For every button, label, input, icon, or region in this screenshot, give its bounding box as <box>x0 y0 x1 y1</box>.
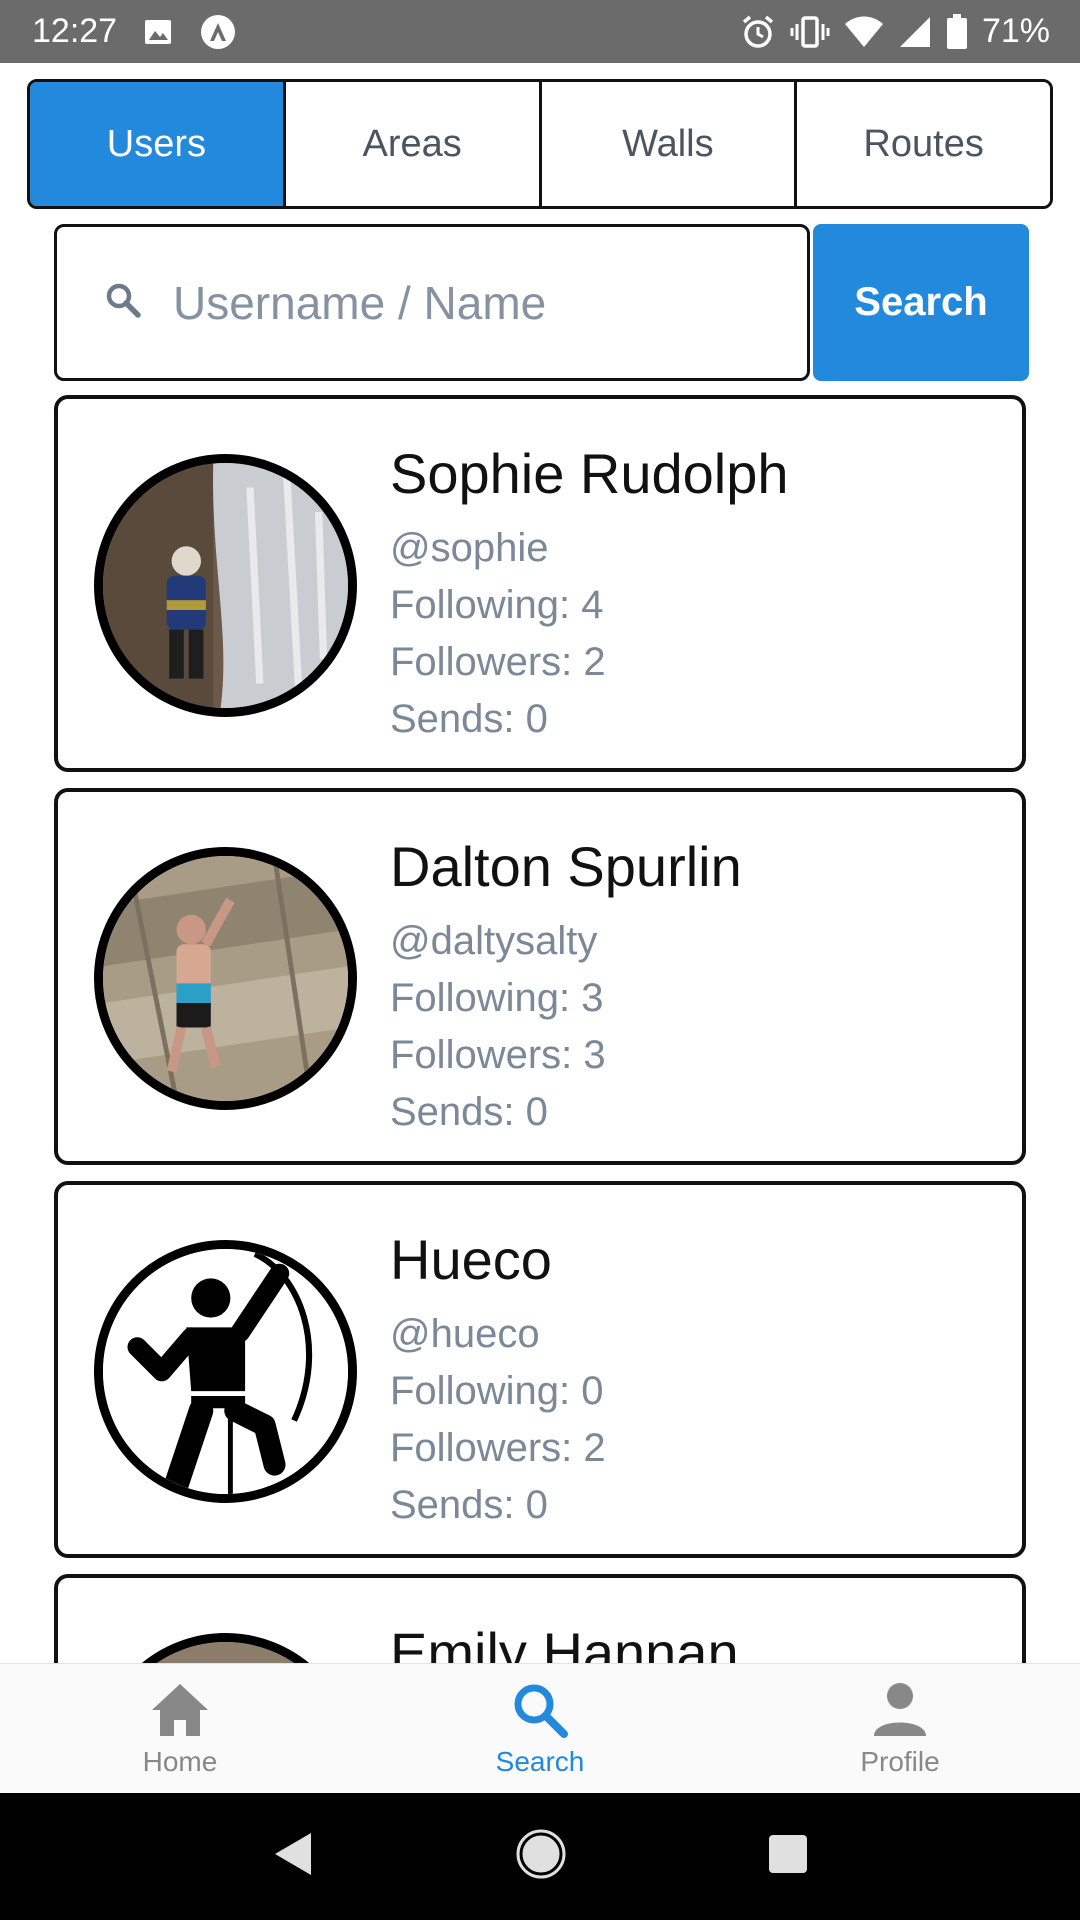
nav-profile[interactable]: Profile <box>720 1664 1080 1793</box>
user-card[interactable]: Hueco @hueco Following: 0 Followers: 2 S… <box>54 1181 1026 1558</box>
sends-count: Sends: 0 <box>390 697 548 741</box>
avatar <box>94 847 357 1110</box>
search-button[interactable]: Search <box>813 224 1029 381</box>
category-tabs: Users Areas Walls Routes <box>27 79 1053 209</box>
search-input[interactable] <box>173 275 733 330</box>
user-list: Sophie Rudolph @sophie Following: 4 Foll… <box>54 395 1026 1663</box>
tab-areas[interactable]: Areas <box>282 82 539 206</box>
status-time: 12:27 <box>32 12 118 50</box>
avatar <box>94 1633 357 1663</box>
alarm-icon <box>740 14 776 50</box>
user-handle: @hueco <box>390 1312 540 1356</box>
following-count: Following: 4 <box>390 583 604 627</box>
nav-search-label: Search <box>495 1745 585 1777</box>
user-handle: @daltysalty <box>390 919 598 963</box>
vibrate-icon <box>790 14 830 50</box>
avatar <box>94 454 357 717</box>
avatar <box>94 1240 357 1503</box>
app-notification-icon <box>199 13 237 51</box>
climber-icon <box>103 1249 348 1494</box>
user-card[interactable]: Emily Hannan <box>54 1574 1026 1663</box>
recents-icon[interactable] <box>767 1833 809 1880</box>
user-handle: @sophie <box>390 526 549 570</box>
bottom-navigation: Home Search Profile <box>0 1663 1080 1793</box>
nav-profile-label: Profile <box>860 1745 940 1777</box>
nav-home-label: Home <box>142 1745 218 1777</box>
home-button-icon[interactable] <box>516 1829 566 1884</box>
following-count: Following: 0 <box>390 1369 604 1413</box>
sends-count: Sends: 0 <box>390 1483 548 1527</box>
tab-walls[interactable]: Walls <box>538 82 795 206</box>
profile-icon <box>874 1682 926 1736</box>
image-notification-icon <box>143 17 173 47</box>
user-name: Sophie Rudolph <box>390 442 789 505</box>
followers-count: Followers: 2 <box>390 640 606 684</box>
user-name: Dalton Spurlin <box>390 835 742 898</box>
battery-icon <box>946 13 968 50</box>
search-icon <box>103 280 143 325</box>
user-name: Emily Hannan <box>390 1621 739 1663</box>
status-bar: 12:27 71% <box>0 0 1080 63</box>
nav-home[interactable]: Home <box>0 1664 360 1793</box>
sends-count: Sends: 0 <box>390 1090 548 1134</box>
search-field[interactable] <box>54 224 810 381</box>
system-navigation-bar <box>0 1793 1080 1920</box>
tab-routes[interactable]: Routes <box>794 82 1050 206</box>
battery-percent: 71% <box>981 12 1050 50</box>
wifi-icon <box>844 15 884 49</box>
nav-search[interactable]: Search <box>360 1664 720 1793</box>
followers-count: Followers: 2 <box>390 1426 606 1470</box>
user-name: Hueco <box>390 1228 552 1291</box>
following-count: Following: 3 <box>390 976 604 1020</box>
search-icon <box>514 1684 568 1738</box>
user-card[interactable]: Dalton Spurlin @daltysalty Following: 3 … <box>54 788 1026 1165</box>
signal-icon <box>898 15 932 49</box>
tab-users[interactable]: Users <box>30 82 283 206</box>
home-icon <box>152 1683 208 1736</box>
followers-count: Followers: 3 <box>390 1033 606 1077</box>
user-card[interactable]: Sophie Rudolph @sophie Following: 4 Foll… <box>54 395 1026 772</box>
back-icon[interactable] <box>271 1831 315 1882</box>
